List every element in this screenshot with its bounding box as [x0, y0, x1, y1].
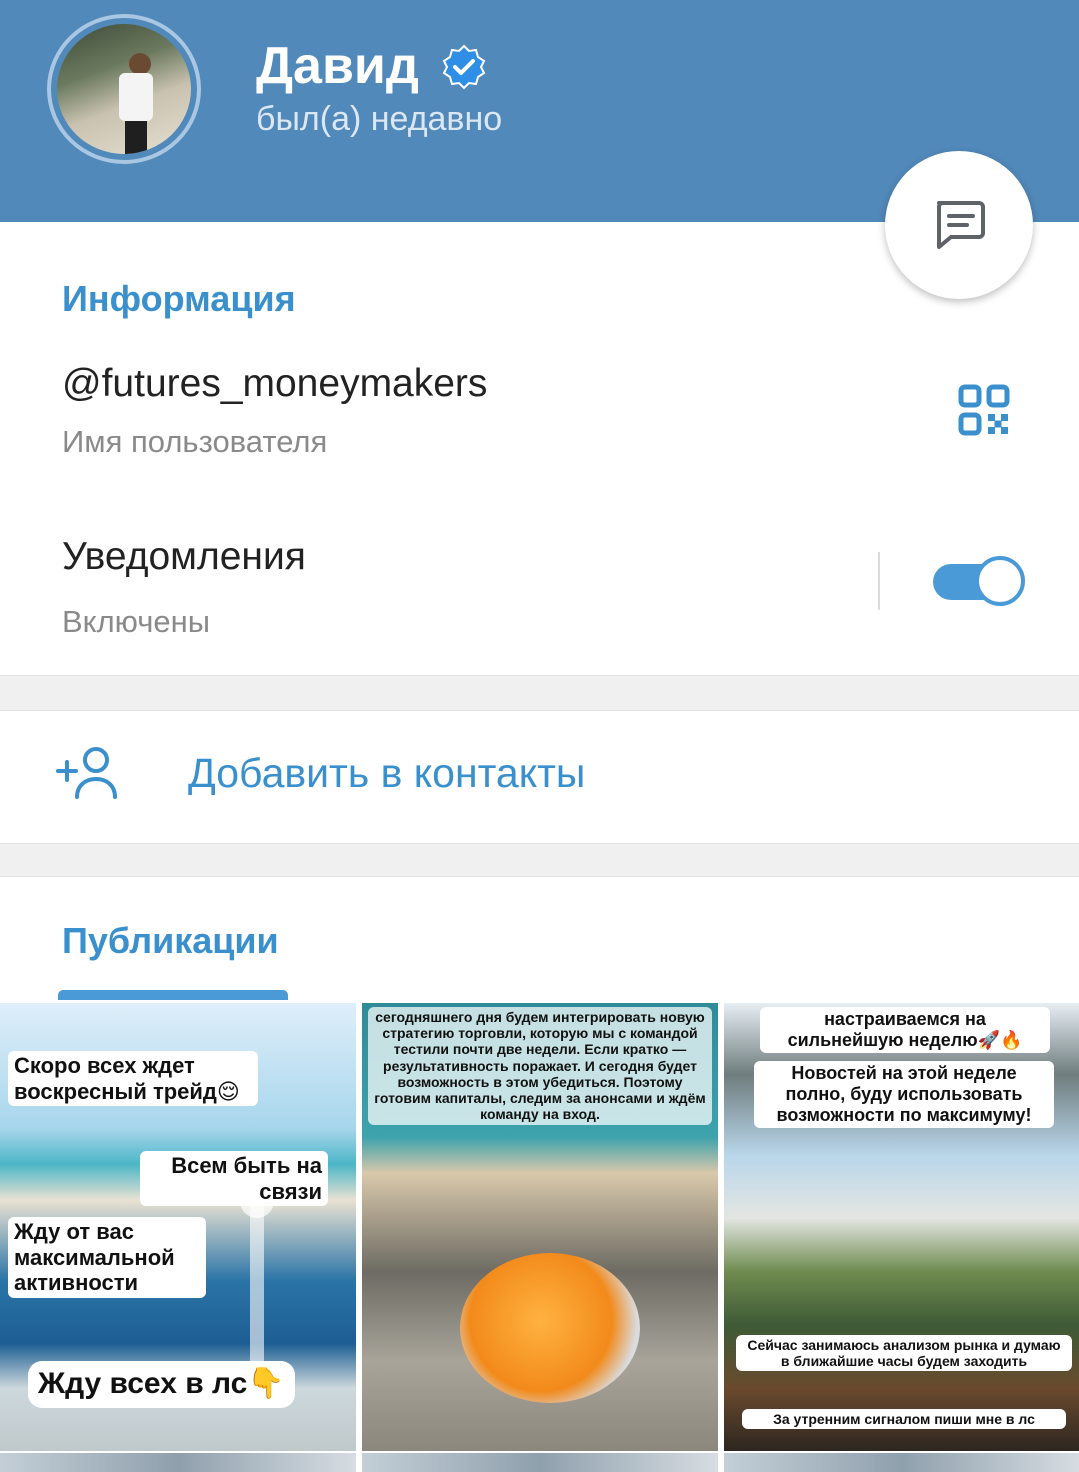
last-seen-status: был(а) недавно — [256, 100, 503, 138]
add-to-contacts-label: Добавить в контакты — [188, 750, 586, 796]
story-tile-partial[interactable] — [362, 1453, 718, 1472]
verified-badge-icon — [442, 44, 486, 90]
section-divider — [0, 843, 1079, 877]
story-caption: сегодняшнего дня будем интегрировать нов… — [368, 1007, 712, 1125]
publications-grid: Скоро всех ждет воскресный трейд😌 Всем б… — [0, 1001, 1079, 1472]
add-person-icon — [56, 747, 117, 799]
story-caption: Всем быть на связи — [140, 1151, 328, 1207]
tab-indicator — [58, 990, 288, 1000]
story-tile[interactable]: сегодняшнего дня будем интегрировать нов… — [362, 1003, 718, 1451]
story-tile-partial[interactable] — [0, 1453, 356, 1472]
fruit-bowl — [460, 1253, 640, 1403]
avatar[interactable] — [47, 14, 201, 164]
username-value[interactable]: @futures_moneymakers — [62, 362, 487, 406]
story-caption: Новостей на этой неделе полно, буду испо… — [754, 1061, 1054, 1128]
qr-code-icon[interactable] — [958, 384, 1010, 436]
story-caption: Скоро всех ждет воскресный трейд😌 — [8, 1051, 258, 1107]
info-section-title: Информация — [62, 278, 296, 319]
notifications-toggle[interactable] — [933, 556, 1025, 608]
notifications-label: Уведомления — [62, 535, 306, 578]
divider — [878, 552, 880, 610]
notifications-status: Включены — [62, 604, 211, 639]
story-caption: Жду от вас максимальной активности — [8, 1217, 206, 1298]
story-tile[interactable]: Скоро всех ждет воскресный трейд😌 Всем б… — [0, 1003, 356, 1451]
story-caption: настраиваемся на сильнейшую неделю🚀🔥 — [760, 1007, 1050, 1053]
story-tile[interactable]: настраиваемся на сильнейшую неделю🚀🔥 Нов… — [724, 1003, 1079, 1451]
send-message-button[interactable] — [885, 151, 1033, 299]
username-label: Имя пользователя — [62, 424, 328, 459]
profile-name: Давид — [256, 37, 419, 95]
story-tile-partial[interactable] — [724, 1453, 1079, 1472]
message-icon — [937, 201, 985, 249]
story-caption: За утренним сигналом пиши мне в лс — [742, 1409, 1066, 1430]
story-caption: Сейчас занимаюсь анализом рынка и думаю … — [736, 1335, 1072, 1372]
publications-title: Публикации — [62, 920, 279, 961]
avatar-photo — [57, 24, 191, 154]
story-caption: Жду всех в лс👇 — [28, 1361, 295, 1408]
section-divider — [0, 675, 1079, 711]
toggle-knob — [975, 556, 1025, 606]
